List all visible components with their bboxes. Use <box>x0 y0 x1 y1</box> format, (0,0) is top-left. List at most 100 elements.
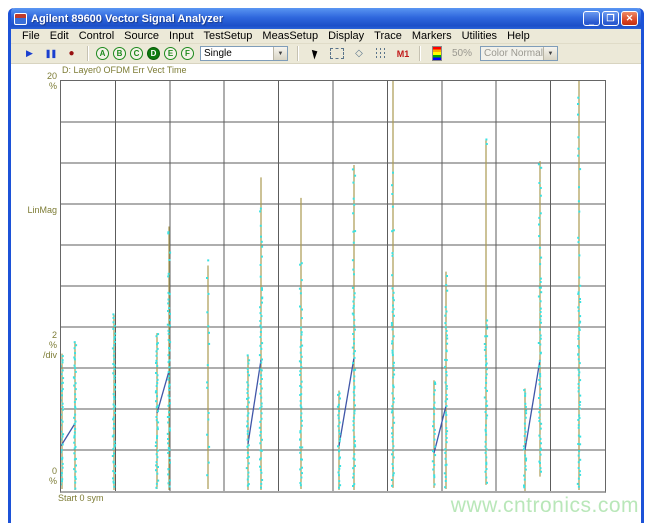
symbol-dot <box>246 381 249 384</box>
symbol-dot <box>485 405 488 408</box>
symbol-dot <box>260 369 263 372</box>
symbol-dot <box>444 306 447 309</box>
symbol-dot <box>337 403 340 406</box>
symbol-dot <box>540 321 542 324</box>
symbol-dot <box>259 207 262 210</box>
symbol-dot <box>578 414 581 417</box>
symbol-dot <box>73 458 76 461</box>
symbol-dot <box>74 393 77 396</box>
symbol-dot <box>352 268 355 271</box>
symbol-dot <box>300 331 303 334</box>
symbol-dot <box>168 427 171 430</box>
pointer-tool-button[interactable] <box>308 47 322 61</box>
pause-button[interactable]: ❚❚ <box>41 45 60 62</box>
menu-bar: File Edit Control Source Input TestSetup MeasS… <box>11 29 641 44</box>
symbol-dot <box>525 412 528 415</box>
menu-meassetup[interactable]: MeasSetup <box>257 30 323 42</box>
symbol-dot <box>433 432 436 435</box>
menu-file[interactable]: File <box>17 30 45 42</box>
symbol-dot <box>393 397 395 400</box>
symbol-dot <box>113 377 116 380</box>
symbol-dot <box>300 366 303 368</box>
symbol-dot <box>577 136 580 139</box>
menu-help[interactable]: Help <box>502 30 535 42</box>
symbol-dot <box>483 396 486 399</box>
symbol-dot <box>246 388 249 391</box>
symbol-dot <box>391 274 394 277</box>
color-scale-button[interactable] <box>430 46 444 61</box>
symbol-dot <box>539 453 542 456</box>
symbol-dot <box>353 409 356 412</box>
minimize-button[interactable]: _ <box>583 11 600 26</box>
symbol-dot <box>246 451 249 454</box>
menu-trace[interactable]: Trace <box>369 30 407 42</box>
symbol-dot <box>392 416 395 419</box>
symbol-dot <box>577 419 580 421</box>
symbol-dot <box>540 387 542 390</box>
menu-utilities[interactable]: Utilities <box>457 30 502 42</box>
record-button[interactable]: ● <box>62 45 81 62</box>
symbol-dot <box>166 323 169 326</box>
symbol-dot <box>391 254 394 257</box>
symbol-dot <box>577 147 580 150</box>
symbol-dot <box>539 307 542 310</box>
symbol-dot <box>259 407 262 410</box>
symbol-dot <box>444 451 447 454</box>
symbol-dot <box>168 366 171 369</box>
marker-to-peak-button[interactable]: M1 <box>396 47 410 61</box>
symbol-dot <box>299 370 302 373</box>
symbol-dot <box>207 259 210 262</box>
symbol-dot <box>446 337 449 340</box>
symbol-dot <box>74 407 77 410</box>
menu-display[interactable]: Display <box>323 30 369 42</box>
symbol-dot <box>73 384 76 387</box>
play-button[interactable]: ▶ <box>20 45 39 62</box>
menu-markers[interactable]: Markers <box>407 30 457 42</box>
color-mode-select[interactable]: Color Normal ▼ <box>480 46 559 61</box>
close-button[interactable]: ✕ <box>621 11 638 26</box>
title-bar[interactable]: Agilent 89600 Vector Signal Analyzer _ ❒… <box>11 8 641 29</box>
menu-edit[interactable]: Edit <box>45 30 74 42</box>
symbol-dot <box>391 436 394 439</box>
symbol-dot <box>259 210 262 213</box>
zoom-select-tool-button[interactable] <box>330 47 344 61</box>
symbol-dot <box>260 315 263 318</box>
pause-icon: ❚❚ <box>44 49 57 58</box>
marker-diamond-button[interactable]: ◇ <box>352 47 366 61</box>
band-lines-button[interactable] <box>374 47 388 61</box>
menu-input[interactable]: Input <box>164 30 198 42</box>
symbol-dot <box>433 413 436 416</box>
sweep-mode-select[interactable]: Single ▼ <box>200 46 288 61</box>
trace-button-e[interactable]: E <box>164 47 177 60</box>
symbol-dot <box>208 445 211 448</box>
symbol-dot <box>484 451 487 454</box>
symbol-dot <box>155 486 158 489</box>
symbol-dot <box>246 370 249 373</box>
symbol-dot <box>392 296 395 299</box>
menu-testsetup[interactable]: TestSetup <box>199 30 258 42</box>
symbol-dot <box>433 445 436 448</box>
symbol-dot <box>261 479 264 481</box>
symbol-dot <box>486 389 488 392</box>
trace-button-b[interactable]: B <box>113 47 126 60</box>
menu-control[interactable]: Control <box>74 30 119 42</box>
symbol-dot <box>259 465 261 468</box>
symbol-dot <box>73 377 76 380</box>
symbol-dot <box>390 322 393 324</box>
trace-button-f[interactable]: F <box>181 47 194 60</box>
symbol-dot <box>537 365 540 368</box>
symbol-dot <box>73 431 76 434</box>
trace-plot[interactable] <box>60 80 606 493</box>
symbol-dot <box>537 163 540 166</box>
maximize-button[interactable]: ❒ <box>602 11 619 26</box>
symbol-dot <box>168 347 170 349</box>
menu-source[interactable]: Source <box>119 30 164 42</box>
trace-button-d[interactable]: D <box>147 47 160 60</box>
symbol-dot <box>157 410 159 413</box>
symbol-dot <box>339 397 341 400</box>
symbol-dot <box>391 405 394 408</box>
trace-button-a[interactable]: A <box>96 47 109 60</box>
symbol-dot <box>206 364 209 367</box>
symbol-dot <box>246 445 249 448</box>
trace-button-c[interactable]: C <box>130 47 143 60</box>
